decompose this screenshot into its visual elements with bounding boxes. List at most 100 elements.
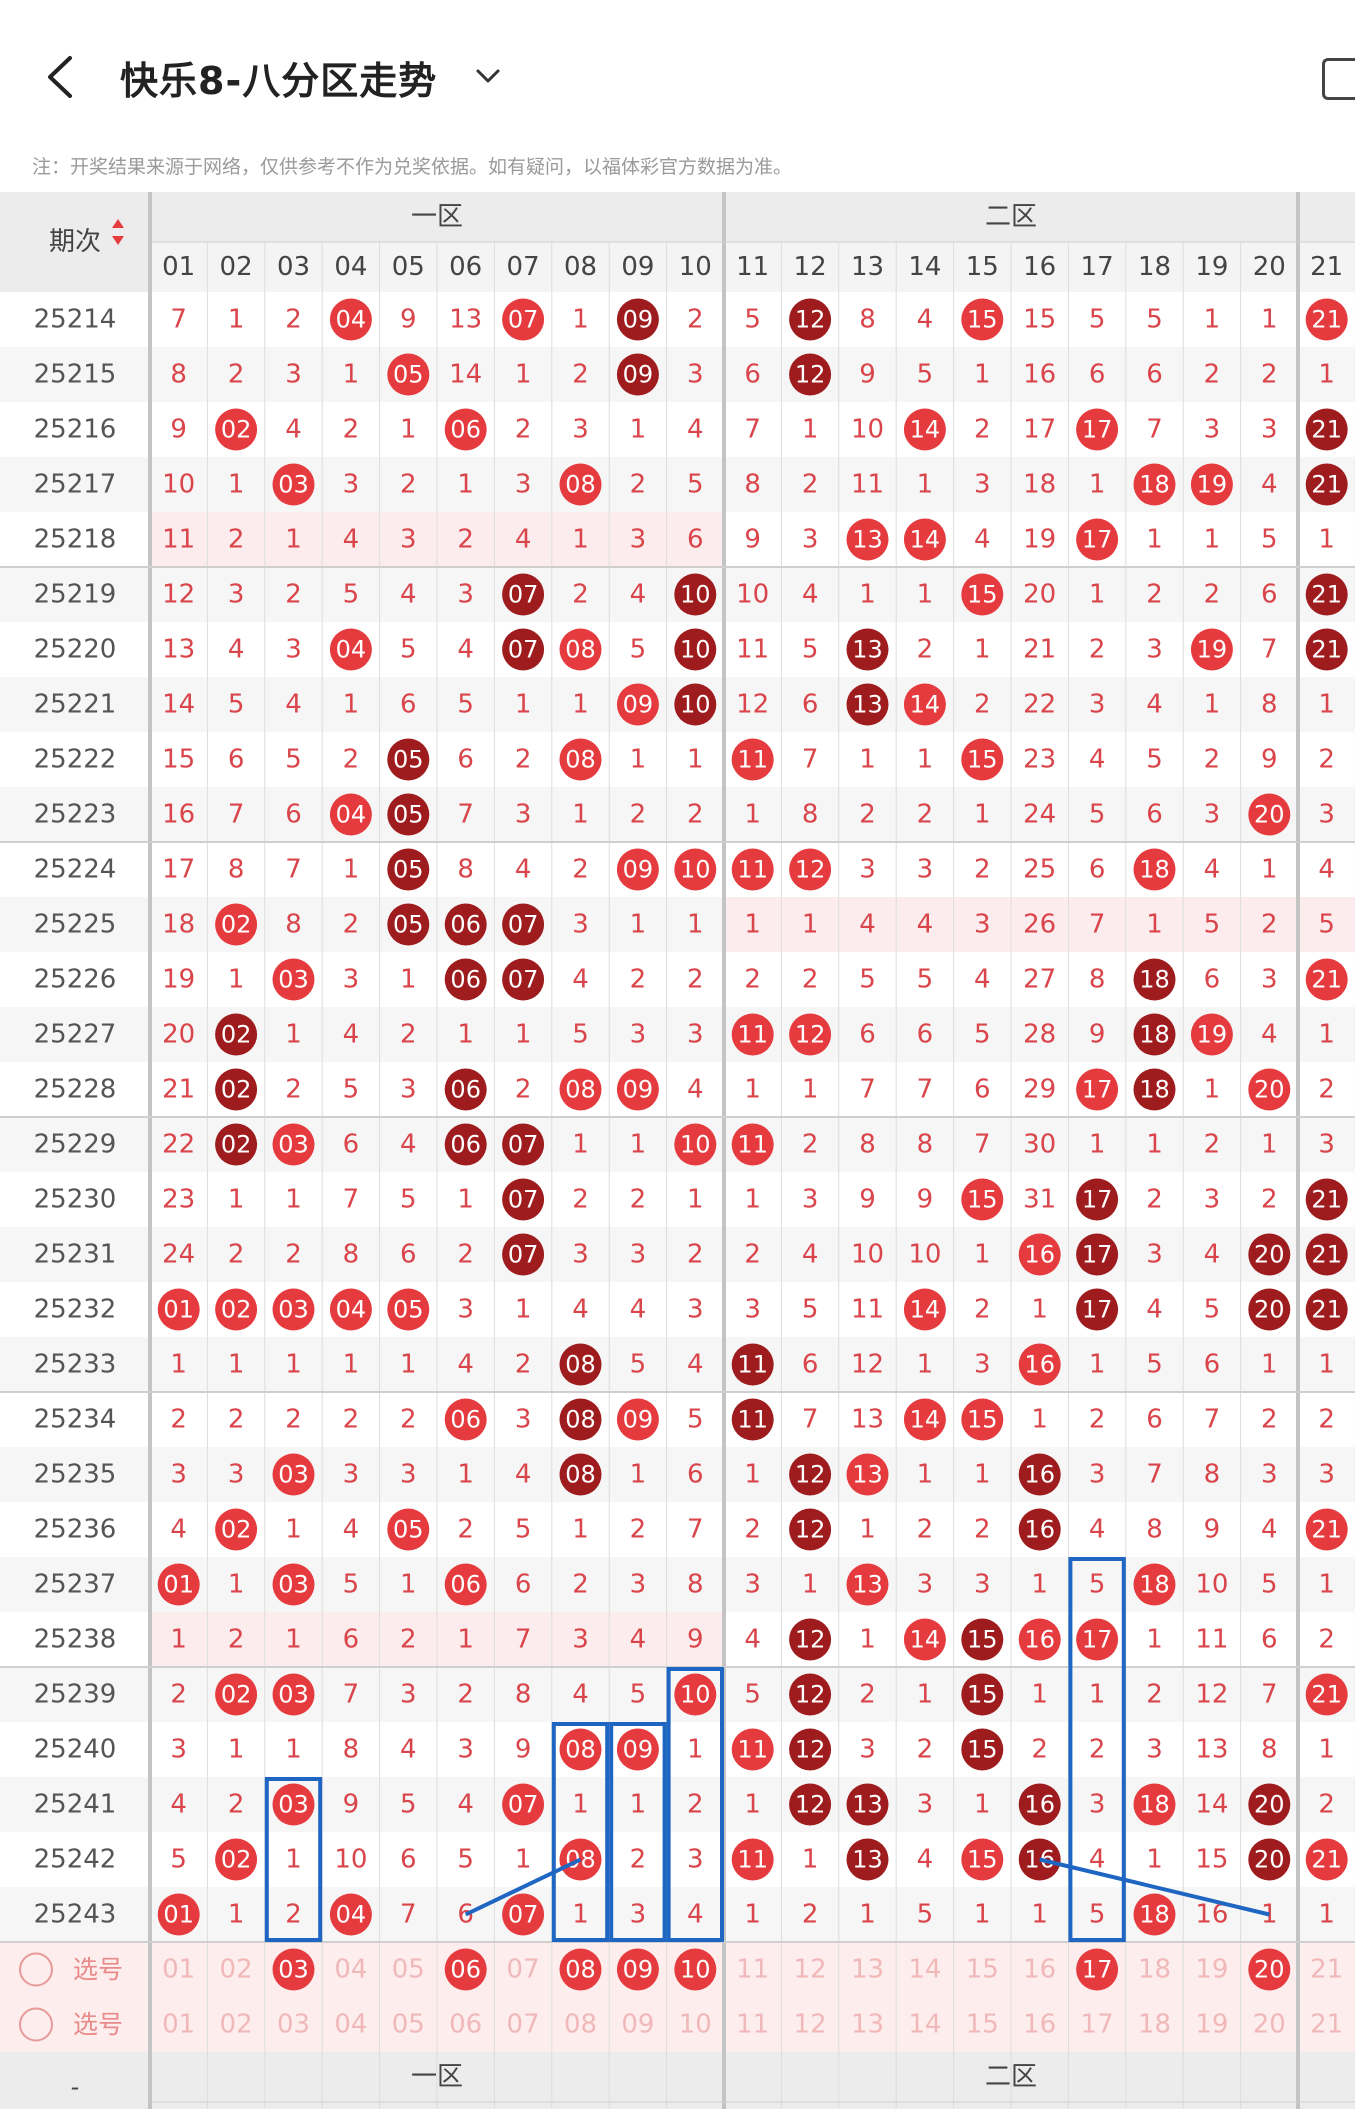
- miss-count: 10: [334, 1845, 367, 1875]
- ball-number: 05: [393, 801, 424, 829]
- ball-number: 15: [967, 1406, 998, 1434]
- select-number[interactable]: 13: [851, 2010, 884, 2040]
- select-number[interactable]: 11: [736, 1955, 769, 1985]
- select-number[interactable]: 05: [392, 1955, 425, 1985]
- miss-count: 1: [802, 1845, 819, 1875]
- select-number[interactable]: 09: [621, 2010, 654, 2040]
- miss-count: 4: [400, 580, 417, 610]
- select-number[interactable]: 14: [908, 2010, 941, 2040]
- miss-count: 5: [802, 635, 819, 665]
- miss-count: 1: [285, 1515, 302, 1545]
- miss-count: 3: [572, 1625, 589, 1655]
- miss-count: 3: [1089, 1790, 1106, 1820]
- select-number[interactable]: 19: [1195, 1955, 1228, 1985]
- select-number[interactable]: 01: [162, 1955, 195, 1985]
- miss-count: 7: [170, 305, 187, 335]
- miss-count: 2: [974, 1295, 991, 1325]
- miss-count: 1: [744, 1460, 761, 1490]
- select-number[interactable]: 05: [392, 2010, 425, 2040]
- split-view-icon[interactable]: [1322, 58, 1355, 100]
- select-number[interactable]: 16: [1023, 1955, 1056, 1985]
- ball-number: 07: [508, 1901, 539, 1929]
- select-number[interactable]: 04: [334, 2010, 367, 2040]
- ball-number: 14: [910, 416, 941, 444]
- miss-count: 2: [1318, 1790, 1335, 1820]
- select-number[interactable]: 17: [1081, 2010, 1114, 2040]
- miss-count: 5: [630, 635, 647, 665]
- miss-count: 1: [1089, 1350, 1106, 1380]
- ball-number: 11: [737, 856, 768, 884]
- miss-count: 3: [917, 1570, 934, 1600]
- miss-count: 5: [974, 1020, 991, 1050]
- select-number[interactable]: 03: [277, 2010, 310, 2040]
- miss-count: 2: [228, 525, 245, 555]
- ball-number: 03: [278, 966, 309, 994]
- miss-count: 5: [744, 305, 761, 335]
- miss-count: 24: [162, 1240, 195, 1270]
- miss-count: 2: [630, 800, 647, 830]
- miss-count: 3: [572, 415, 589, 445]
- miss-count: 1: [630, 910, 647, 940]
- miss-count: 3: [1204, 415, 1221, 445]
- miss-count: 3: [343, 965, 360, 995]
- select-number[interactable]: 15: [966, 2010, 999, 2040]
- select-number[interactable]: 07: [507, 2010, 540, 2040]
- select-number[interactable]: 14: [908, 1955, 941, 1985]
- miss-count: 7: [1146, 415, 1163, 445]
- select-number[interactable]: 02: [220, 1955, 253, 1985]
- ball-number: 13: [852, 1791, 883, 1819]
- miss-count: 5: [630, 1680, 647, 1710]
- back-chevron-left-icon[interactable]: [40, 52, 80, 102]
- miss-count: 1: [744, 1790, 761, 1820]
- miss-count: 1: [400, 1350, 417, 1380]
- miss-count: 9: [687, 1625, 704, 1655]
- miss-count: 1: [687, 745, 704, 775]
- select-number[interactable]: 19: [1195, 2010, 1228, 2040]
- miss-count: 2: [285, 1405, 302, 1435]
- miss-count: 1: [1204, 525, 1221, 555]
- miss-count: 5: [170, 1845, 187, 1875]
- select-number[interactable]: 21: [1310, 2010, 1343, 2040]
- select-number[interactable]: 18: [1138, 2010, 1171, 2040]
- select-number[interactable]: 08: [564, 2010, 597, 2040]
- miss-count: 2: [630, 470, 647, 500]
- select-number[interactable]: 13: [851, 1955, 884, 1985]
- chevron-down-icon[interactable]: [472, 60, 504, 92]
- miss-count: 7: [802, 1405, 819, 1435]
- miss-count: 1: [228, 1350, 245, 1380]
- select-number[interactable]: 12: [794, 1955, 827, 1985]
- select-number[interactable]: 21: [1310, 1955, 1343, 1985]
- select-number[interactable]: 04: [334, 1955, 367, 1985]
- miss-count: 6: [1089, 360, 1106, 390]
- miss-count: 1: [917, 580, 934, 610]
- select-number[interactable]: 10: [679, 2010, 712, 2040]
- selected-number: 08: [565, 1956, 596, 1984]
- select-number[interactable]: 02: [220, 2010, 253, 2040]
- column-number: 16: [1023, 252, 1056, 282]
- select-number[interactable]: 12: [794, 2010, 827, 2040]
- ball-number: 21: [1311, 966, 1342, 994]
- miss-count: 7: [744, 415, 761, 445]
- select-number[interactable]: 15: [966, 1955, 999, 1985]
- period-number: 25243: [34, 1900, 117, 1930]
- miss-count: 6: [285, 800, 302, 830]
- selected-number: 10: [680, 1956, 711, 1984]
- period-number: 25225: [34, 910, 117, 940]
- ball-number: 21: [1311, 581, 1342, 609]
- miss-count: 1: [228, 305, 245, 335]
- period-number: 25233: [34, 1350, 117, 1380]
- miss-count: 2: [630, 1515, 647, 1545]
- period-number: 25216: [34, 415, 117, 445]
- select-number[interactable]: 20: [1253, 2010, 1286, 2040]
- miss-count: 1: [687, 1735, 704, 1765]
- select-number[interactable]: 11: [736, 2010, 769, 2040]
- select-number[interactable]: 18: [1138, 1955, 1171, 1985]
- page-title[interactable]: 快乐8-八分区走势: [120, 50, 437, 105]
- select-number[interactable]: 07: [507, 1955, 540, 1985]
- select-number[interactable]: 06: [449, 2010, 482, 2040]
- select-number[interactable]: 01: [162, 2010, 195, 2040]
- period-number: 25232: [34, 1295, 117, 1325]
- miss-count: 3: [802, 1185, 819, 1215]
- select-number[interactable]: 16: [1023, 2010, 1056, 2040]
- ball-number: 10: [680, 856, 711, 884]
